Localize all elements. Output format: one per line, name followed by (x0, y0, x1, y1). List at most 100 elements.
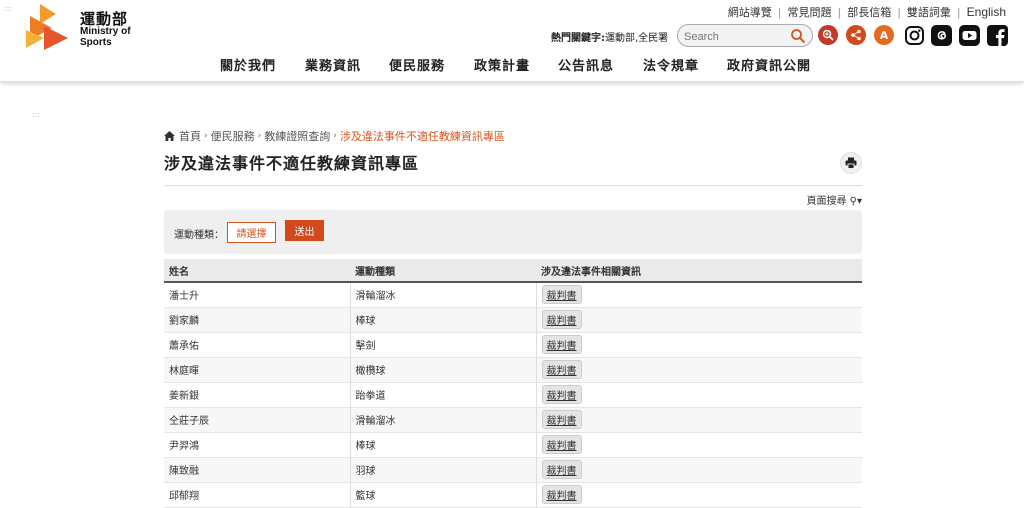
judgment-link[interactable]: 裁判書 (541, 335, 582, 354)
cell-name: 陳致融 (164, 457, 351, 482)
share-glyph-icon (851, 29, 861, 41)
facebook-icon[interactable] (987, 25, 1008, 46)
table-row: 仝莊子辰 滑輪溜冰 裁判書 (164, 407, 862, 432)
judgment-link[interactable]: 裁判書 (541, 460, 582, 479)
judgment-link[interactable]: 裁判書 (541, 310, 582, 329)
cell-info: 裁判書 (536, 432, 862, 457)
cell-info: 裁判書 (536, 307, 862, 332)
cell-name: 潘士升 (164, 282, 351, 307)
main-content: 首頁 › 便民服務 › 教練證照查詢 › 涉及違法事件不適任教練資訊專區 涉及違… (164, 128, 862, 508)
main-nav: 關於我們 業務資訊 便民服務 政策計畫 公告訊息 法令規章 政府資訊公開 (0, 55, 1024, 75)
hot-keywords: 熱門關鍵字:運動部,全民署 (551, 29, 668, 44)
table-row: 林庭暉 橄欖球 裁判書 (164, 357, 862, 382)
table-row: 劉家麟 棒球 裁判書 (164, 307, 862, 332)
sport-type-label: 運動種類： (174, 230, 224, 241)
column-header-info: 涉及違法事件相關資訊 (541, 266, 641, 278)
cell-name: 林庭暉 (164, 357, 351, 382)
top-links: 網站導覽 | 常見問題 | 部長信箱 | 雙語詞彙 | English (728, 4, 1006, 20)
coach-table: 姓名 運動種類 涉及違法事件相關資訊 潘士升 滑輪溜冰 裁判書 劉家麟 棒球 裁… (164, 259, 862, 508)
page-search-toggle[interactable]: 頁面搜尋 ⚲▾ (164, 192, 862, 207)
page-search-label: 頁面搜尋 (806, 196, 847, 207)
nav-public-services[interactable]: 便民服務 (389, 55, 445, 74)
cell-info: 裁判書 (536, 357, 862, 382)
filter-panel: 運動種類： 請選擇 送出 (164, 210, 862, 254)
breadcrumb: 首頁 › 便民服務 › 教練證照查詢 › 涉及違法事件不適任教練資訊專區 (164, 128, 862, 144)
search-input[interactable] (678, 26, 788, 48)
search-icon: ⚲ (849, 196, 857, 207)
cell-name: 蕭承佑 (164, 332, 351, 357)
nav-policy-plans[interactable]: 政策計畫 (474, 55, 530, 74)
site-logo[interactable]: 運動部 Ministry of Sports (26, 4, 146, 54)
cell-name: 尹羿鴻 (164, 432, 351, 457)
cell-name: 劉家麟 (164, 307, 351, 332)
judgment-link[interactable]: 裁判書 (541, 285, 582, 305)
cell-name: 姜新銀 (164, 382, 351, 407)
youtube-icon[interactable] (959, 25, 980, 46)
threads-icon[interactable] (931, 25, 952, 46)
breadcrumb-coach-license[interactable]: 教練證照查詢 (264, 128, 330, 144)
search-box (677, 24, 813, 48)
share-icon[interactable] (846, 25, 866, 45)
ministry-logo-icon (26, 4, 68, 50)
cell-info: 裁判書 (536, 457, 862, 482)
cell-sport: 棒球 (350, 432, 537, 457)
top-link-english[interactable]: English (967, 5, 1006, 19)
instagram-icon[interactable] (904, 25, 925, 46)
nav-regulations[interactable]: 法令規章 (643, 55, 699, 74)
print-button[interactable] (840, 152, 862, 174)
cell-sport: 滑輪溜冰 (350, 282, 537, 307)
cell-sport: 擊劍 (350, 332, 537, 357)
top-link-sitemap[interactable]: 網站導覽 (728, 4, 772, 20)
chevron-right-icon: › (204, 131, 208, 141)
hot-keywords-label: 熱門關鍵字: (551, 33, 605, 44)
table-row: 蕭承佑 擊劍 裁判書 (164, 332, 862, 357)
judgment-link[interactable]: 裁判書 (541, 410, 582, 429)
chevron-right-icon: › (257, 131, 262, 141)
top-link-bilingual-glossary[interactable]: 雙語詞彙 (907, 4, 951, 20)
judgment-link[interactable]: 裁判書 (541, 385, 582, 404)
table-header-row: 姓名 運動種類 涉及違法事件相關資訊 (164, 259, 862, 282)
home-icon (164, 131, 175, 141)
breadcrumb-home[interactable]: 首頁 (179, 128, 201, 144)
cell-sport: 滑輪溜冰 (350, 407, 537, 432)
table-row: 陳致融 羽球 裁判書 (164, 457, 862, 482)
cell-sport: 跆拳道 (350, 382, 537, 407)
print-icon (845, 157, 857, 169)
table-row: 尹羿鴻 棒球 裁判書 (164, 432, 862, 457)
divider: | (956, 5, 961, 19)
judgment-link[interactable]: 裁判書 (541, 360, 582, 379)
divider: | (777, 5, 782, 19)
search-icon[interactable] (790, 28, 806, 44)
page-title: 涉及違法事件不適任教練資訊專區 (164, 154, 420, 173)
font-size-icon[interactable]: A (874, 25, 894, 45)
accesskey-dots: ::: (32, 110, 41, 119)
hot-keywords-links[interactable]: 運動部,全民署 (605, 33, 668, 44)
judgment-link[interactable]: 裁判書 (541, 485, 582, 504)
caret-down-icon: ▾ (856, 196, 862, 207)
top-link-faq[interactable]: 常見問題 (787, 4, 831, 20)
cell-sport: 羽球 (350, 457, 537, 482)
zoom-icon[interactable] (818, 25, 838, 45)
nav-government-info[interactable]: 政府資訊公開 (727, 55, 811, 74)
cell-info: 裁判書 (536, 332, 862, 357)
judgment-link[interactable]: 裁判書 (541, 435, 582, 454)
breadcrumb-current[interactable]: 涉及違法事件不適任教練資訊專區 (340, 128, 505, 144)
sport-type-select[interactable]: 請選擇 (227, 222, 276, 243)
accesskey-dots: ::: (4, 4, 13, 13)
top-link-minister-mailbox[interactable]: 部長信箱 (847, 4, 891, 20)
cell-info: 裁判書 (536, 407, 862, 432)
column-header-sport: 運動種類 (355, 266, 395, 278)
breadcrumb-public-services[interactable]: 便民服務 (211, 128, 255, 144)
divider: | (837, 5, 842, 19)
nav-about-us[interactable]: 關於我們 (220, 55, 276, 74)
cell-sport: 橄欖球 (350, 357, 537, 382)
table-row: 潘士升 滑輪溜冰 裁判書 (164, 282, 862, 307)
divider: | (897, 5, 901, 19)
cell-info: 裁判書 (536, 282, 862, 307)
nav-announcements[interactable]: 公告訊息 (558, 55, 614, 74)
site-header: 運動部 Ministry of Sports 網站導覽 | 常見問題 | 部長信… (0, 0, 1024, 82)
submit-button[interactable]: 送出 (285, 220, 324, 241)
cell-sport: 棒球 (350, 307, 537, 332)
nav-business-info[interactable]: 業務資訊 (305, 55, 361, 74)
cell-info: 裁判書 (536, 382, 862, 407)
